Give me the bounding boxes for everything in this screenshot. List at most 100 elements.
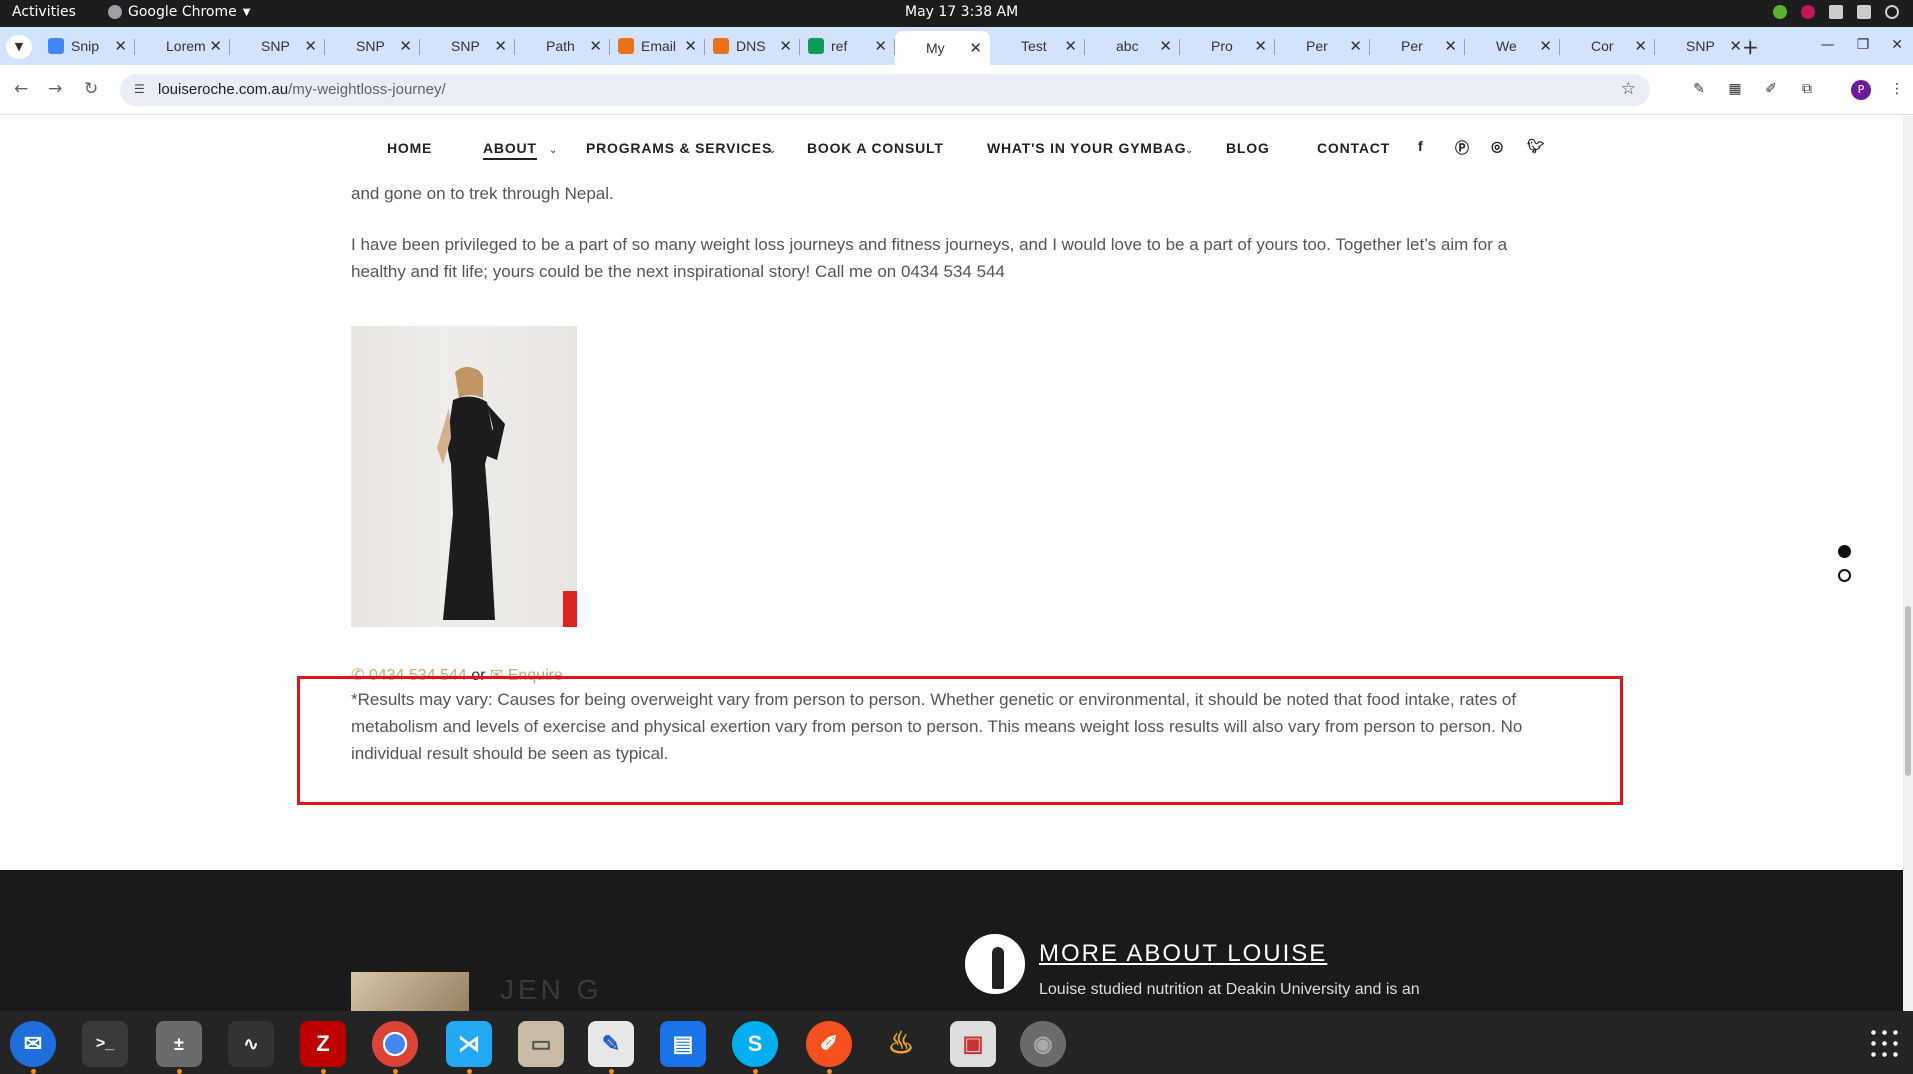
browser-tab[interactable]: DNS ✕ <box>705 31 800 61</box>
tab-close-icon[interactable]: ✕ <box>1159 37 1172 55</box>
eyedropper-extension-icon[interactable]: ✎ <box>1690 81 1708 99</box>
browser-tab[interactable]: My ✕ <box>895 31 990 65</box>
nav-programs-caret-icon[interactable]: ⌄ <box>760 140 777 156</box>
tab-close-icon[interactable]: ✕ <box>1254 37 1267 55</box>
nav-blog[interactable]: BLOG <box>1226 140 1270 156</box>
close-icon[interactable]: ✕ <box>1891 37 1903 53</box>
tab-close-icon[interactable]: ✕ <box>1064 37 1077 55</box>
tab-title: Lorem <box>166 38 206 54</box>
activities-button[interactable]: Activities <box>12 4 76 20</box>
browser-tab[interactable]: Per ✕ <box>1370 31 1465 61</box>
browser-tab[interactable]: SNP ✕ <box>230 31 325 61</box>
reload-button[interactable]: ↻ <box>84 79 98 99</box>
system-monitor-icon[interactable]: ∿ <box>228 1021 274 1067</box>
system-tray[interactable] <box>1773 5 1899 19</box>
clock[interactable]: May 17 3:38 AM <box>905 4 1018 20</box>
restore-icon[interactable]: ❐ <box>1857 37 1870 53</box>
nav-gymbag-caret-icon[interactable]: ⌄ <box>1177 140 1194 156</box>
sheets-icon <box>808 38 824 54</box>
app-menu[interactable]: Google Chrome ▼ <box>108 4 250 20</box>
nav-about-caret-icon[interactable]: ⌄ <box>541 140 558 156</box>
tab-close-icon[interactable]: ✕ <box>1444 37 1457 55</box>
tab-search-button[interactable]: ▼ <box>6 35 32 59</box>
browser-tab[interactable]: Snip ✕ <box>40 31 135 61</box>
disk-icon[interactable]: ◉ <box>1020 1021 1066 1067</box>
more-about-louise-link[interactable]: MORE ABOUT LOUISE <box>1039 940 1327 968</box>
facebook-icon[interactable]: f <box>1418 138 1423 154</box>
browser-tab[interactable]: SNP ✕ <box>1655 31 1750 61</box>
thunderbird-icon[interactable]: ✉ <box>10 1021 56 1074</box>
site-info-icon[interactable]: ☰ <box>134 82 145 96</box>
postman-icon[interactable]: ✐ <box>806 1021 852 1074</box>
vscode-icon[interactable]: ⋊ <box>446 1021 492 1074</box>
tab-close-icon[interactable]: ✕ <box>874 37 887 55</box>
minimize-icon[interactable]: — <box>1821 37 1835 53</box>
profile-avatar[interactable]: P <box>1851 80 1871 100</box>
text-editor-icon[interactable]: ✎ <box>588 1021 634 1074</box>
tab-close-icon[interactable]: ✕ <box>494 37 507 55</box>
scrollbar-thumb[interactable] <box>1905 606 1911 776</box>
browser-tab[interactable]: Test ✕ <box>990 31 1085 61</box>
tab-close-icon[interactable]: ✕ <box>209 37 222 55</box>
tab-close-icon[interactable]: ✕ <box>779 37 792 55</box>
tab-close-icon[interactable]: ✕ <box>1634 37 1647 55</box>
tab-close-icon[interactable]: ✕ <box>1729 37 1742 55</box>
screenshot-tool-icon[interactable]: ▣ <box>950 1021 996 1067</box>
browser-tab[interactable]: Path ✕ <box>515 31 610 61</box>
browser-tab[interactable]: Pro ✕ <box>1180 31 1275 61</box>
twitter-icon[interactable]: 🐦︎ <box>1527 138 1546 155</box>
nav-about[interactable]: ABOUT <box>483 140 537 160</box>
flame-icon[interactable]: ♨ <box>878 1021 924 1067</box>
show-apps-grid-icon[interactable] <box>1868 1027 1900 1059</box>
bookmark-star-icon[interactable]: ☆ <box>1621 79 1636 99</box>
tab-close-icon[interactable]: ✕ <box>1349 37 1362 55</box>
pinterest-icon[interactable]: Ⓟ <box>1455 138 1470 158</box>
browser-tab[interactable]: ref ✕ <box>800 31 895 61</box>
nav-contact[interactable]: CONTACT <box>1317 140 1390 156</box>
nav-gymbag[interactable]: WHAT'S IN YOUR GYMBAG <box>987 140 1186 156</box>
section-dot[interactable] <box>1838 569 1851 582</box>
back-button[interactable]: ← <box>14 79 28 99</box>
pen-extension-icon[interactable]: ✐ <box>1762 81 1780 99</box>
more-menu-icon[interactable]: ⋮ <box>1888 81 1906 99</box>
instagram-icon[interactable]: ◎ <box>1491 138 1504 155</box>
chrome-dock-icon[interactable] <box>372 1021 418 1074</box>
page-scrollbar[interactable] <box>1903 116 1913 1011</box>
tab-close-icon[interactable]: ✕ <box>684 37 697 55</box>
app-indicator-icon <box>1801 5 1815 19</box>
calculator-icon[interactable]: ± <box>156 1021 202 1074</box>
address-bar[interactable]: ☰ louiseroche.com.au/my-weightloss-journ… <box>120 74 1650 106</box>
tab-close-icon[interactable]: ✕ <box>1539 37 1552 55</box>
skype-icon[interactable]: S <box>732 1021 778 1074</box>
browser-tab[interactable]: Cor ✕ <box>1560 31 1655 61</box>
new-tab-button[interactable]: + <box>1742 35 1759 59</box>
tab-title: ref <box>831 38 848 54</box>
browser-tab[interactable]: We ✕ <box>1465 31 1560 61</box>
browser-tab[interactable]: Per ✕ <box>1275 31 1370 61</box>
files-icon[interactable]: ▭ <box>518 1021 564 1067</box>
extensions-puzzle-icon[interactable]: ⧉ <box>1798 81 1816 99</box>
dns-icon <box>713 38 729 54</box>
document-viewer-icon[interactable]: ▤ <box>660 1021 706 1067</box>
browser-tab[interactable]: SNP ✕ <box>420 31 515 61</box>
section-dot-active[interactable] <box>1838 545 1851 558</box>
tab-close-icon[interactable]: ✕ <box>969 39 982 57</box>
terminal-icon[interactable]: >_ <box>82 1021 128 1067</box>
filezilla-icon[interactable]: Z <box>300 1021 346 1074</box>
calendar-extension-icon[interactable]: ▦ <box>1726 81 1744 99</box>
tab-close-icon[interactable]: ✕ <box>399 37 412 55</box>
nav-programs[interactable]: PROGRAMS & SERVICES <box>586 140 772 156</box>
browser-tab[interactable]: Email ✕ <box>610 31 705 61</box>
nav-book-consult[interactable]: BOOK A CONSULT <box>807 140 944 156</box>
louise-avatar <box>965 934 1025 994</box>
browser-tab[interactable]: Lorem ✕ <box>135 31 230 61</box>
tab-close-icon[interactable]: ✕ <box>114 37 127 55</box>
browser-tab[interactable]: SNP ✕ <box>325 31 420 61</box>
tab-close-icon[interactable]: ✕ <box>589 37 602 55</box>
forward-button[interactable]: → <box>48 79 62 99</box>
nav-home[interactable]: HOME <box>387 140 432 156</box>
louise-black-dress-photo[interactable] <box>351 326 577 627</box>
chrome-icon <box>108 5 122 19</box>
browser-tab[interactable]: abc ✕ <box>1085 31 1180 61</box>
tab-close-icon[interactable]: ✕ <box>304 37 317 55</box>
